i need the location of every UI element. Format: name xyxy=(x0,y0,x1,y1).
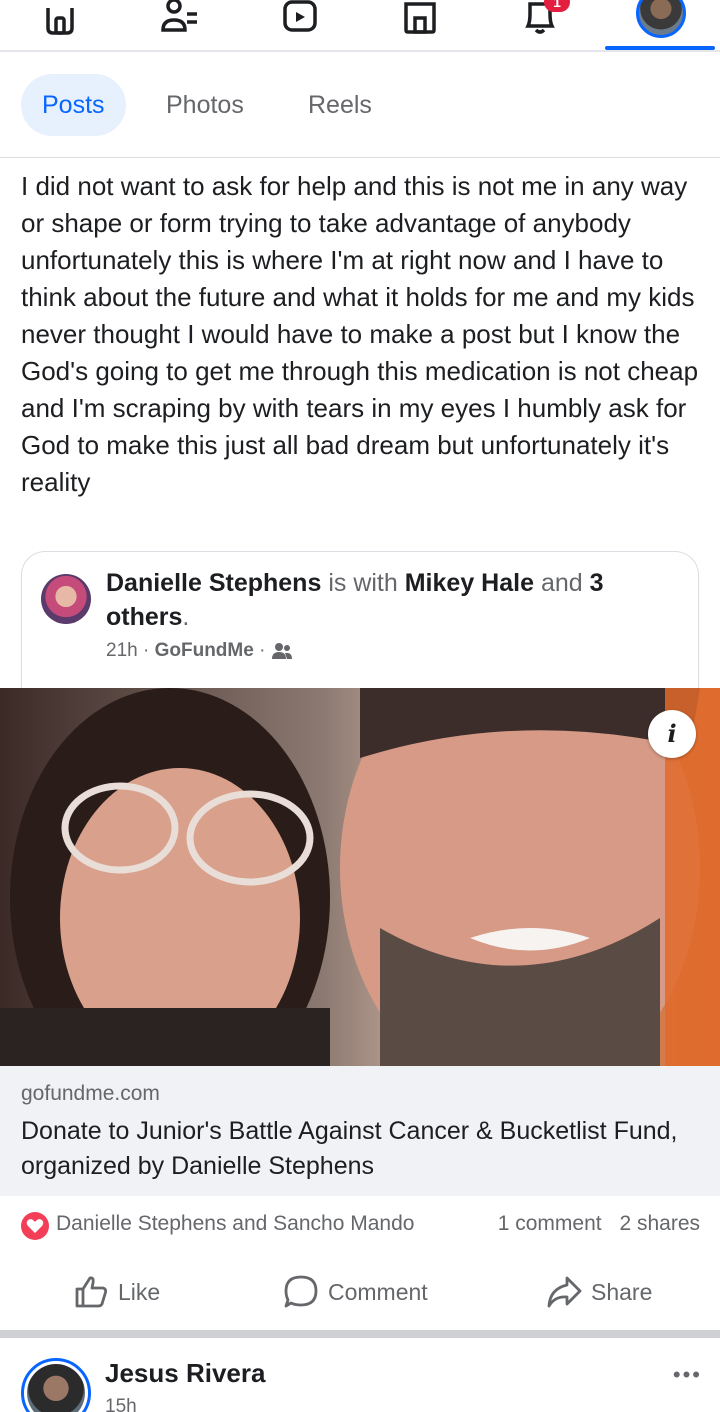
period-text: . xyxy=(182,603,190,631)
next-post-avatar[interactable] xyxy=(21,1358,91,1412)
shared-post-meta: 21h · GoFundMe · xyxy=(106,640,293,662)
like-label: Like xyxy=(118,1278,161,1305)
comment-label: Comment xyxy=(328,1278,428,1305)
shared-post-header: Danielle Stephens is with Mikey Hale and… xyxy=(106,566,686,634)
meta-separator: · xyxy=(259,640,266,661)
top-navigation: 1 xyxy=(0,0,720,52)
share-button[interactable]: Share xyxy=(545,1270,652,1314)
post-body-text: I did not want to ask for help and this … xyxy=(21,171,699,497)
tab-posts[interactable]: Posts xyxy=(21,74,126,136)
profile-tabs: Posts Photos Reels xyxy=(0,52,720,158)
ad-info-icon[interactable]: i xyxy=(648,710,696,758)
notifications-icon[interactable]: 1 xyxy=(516,0,570,40)
next-post-author[interactable]: Jesus Rivera xyxy=(105,1358,265,1389)
active-tab-indicator xyxy=(605,46,715,50)
tagged-person[interactable]: Mikey Hale xyxy=(405,569,534,597)
with-text: is with xyxy=(328,569,398,597)
more-options-icon[interactable]: ••• xyxy=(673,1362,702,1388)
home-icon[interactable] xyxy=(36,0,84,40)
next-post-time[interactable]: 15h xyxy=(105,1396,137,1412)
shared-author-avatar[interactable] xyxy=(41,574,91,624)
reactors-list[interactable]: Danielle Stephens and Sancho Mando xyxy=(56,1212,414,1236)
post-separator xyxy=(0,1330,720,1338)
share-icon xyxy=(547,1276,582,1308)
comment-count[interactable]: 1 comment xyxy=(498,1212,602,1235)
tab-reels[interactable]: Reels xyxy=(287,74,393,136)
like-button[interactable]: Like xyxy=(72,1270,160,1314)
notification-badge: 1 xyxy=(544,0,570,12)
post-actions: Like Comment Share xyxy=(0,1258,720,1326)
link-title: Donate to Junior's Battle Against Cancer… xyxy=(21,1117,678,1180)
share-count[interactable]: 2 shares xyxy=(619,1212,700,1235)
link-domain: gofundme.com xyxy=(21,1082,160,1105)
meta-separator: · xyxy=(142,640,150,661)
comment-button[interactable]: Comment xyxy=(282,1270,428,1314)
marketplace-icon[interactable] xyxy=(396,0,444,40)
and-text: and xyxy=(540,569,583,597)
photo-image xyxy=(0,688,720,1066)
reactions-row: Danielle Stephens and Sancho Mando 1 com… xyxy=(0,1206,720,1246)
share-label: Share xyxy=(591,1278,653,1305)
engagement-counts: 1 comment 2 shares xyxy=(486,1212,700,1236)
link-preview[interactable]: gofundme.com Donate to Junior's Battle A… xyxy=(0,1066,720,1196)
friends-icon[interactable] xyxy=(155,0,203,40)
tab-photos[interactable]: Photos xyxy=(145,74,265,136)
comment-icon xyxy=(284,1275,318,1308)
shared-post-time[interactable]: 21h xyxy=(106,640,138,661)
audience-friends-icon xyxy=(271,642,292,659)
like-icon xyxy=(75,1276,108,1308)
next-post-meta: 15h xyxy=(105,1396,137,1412)
shared-post-card[interactable]: Danielle Stephens is with Mikey Hale and… xyxy=(21,551,699,691)
love-reaction-icon[interactable] xyxy=(21,1212,49,1240)
shared-author-name[interactable]: Danielle Stephens xyxy=(106,569,321,597)
video-icon[interactable] xyxy=(276,0,324,40)
profile-avatar-icon[interactable] xyxy=(636,0,686,38)
post-photo[interactable]: i xyxy=(0,688,720,1066)
shared-via-app[interactable]: GoFundMe xyxy=(155,640,254,661)
